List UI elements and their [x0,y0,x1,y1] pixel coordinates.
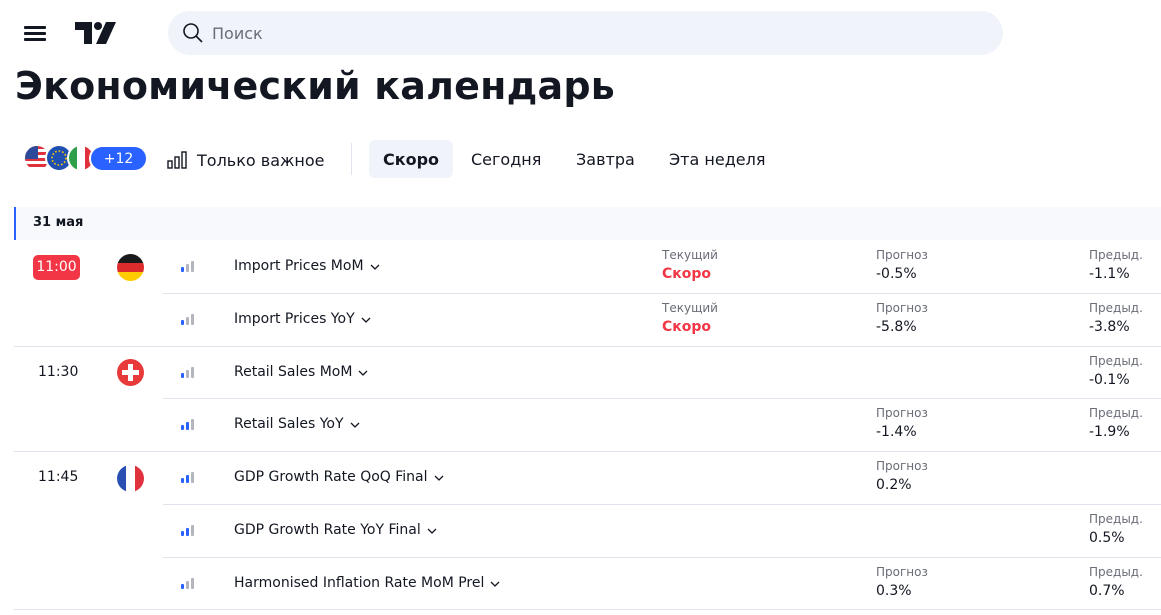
chevron-down-icon [358,364,368,380]
date-label: 31 мая [33,215,84,230]
forecast-label: Прогноз [876,301,928,316]
table-row[interactable]: 11:00 Import Prices MoM Текущий Скоро Прогно… [0,241,1161,294]
previous-label: Предыд. [1089,353,1143,368]
event-name-label: GDP Growth Rate YoY Final [234,521,421,538]
previous-value: -0.1% [1089,371,1130,388]
importance-icon [181,524,195,536]
event-time: 11:45 [38,469,79,486]
only-important-toggle[interactable]: Только важное [167,145,325,175]
table-row[interactable]: GDP Growth Rate YoY Final Предыд. 0.5% [0,505,1161,558]
tab-tomorrow[interactable]: Завтра [562,140,649,178]
event-time-badge: 11:00 [33,254,80,280]
chevron-down-icon [434,469,444,485]
row-divider [14,609,1161,611]
current-label: Текущий [662,248,718,263]
search-bar[interactable] [168,11,1003,55]
forecast-value: -1.4% [876,424,917,441]
flag-de-icon [117,253,144,281]
previous-value: -1.9% [1089,424,1130,441]
event-name[interactable]: GDP Growth Rate QoQ Final [234,469,444,485]
importance-icon [181,366,195,378]
bar-chart-icon [167,151,187,169]
forecast-value: -0.5% [876,266,917,283]
page-title: Экономический календарь [15,64,615,108]
date-header: 31 мая [14,207,1161,240]
importance-icon [181,472,195,484]
event-name[interactable]: Import Prices MoM [234,258,380,274]
event-name[interactable]: GDP Growth Rate YoY Final [234,522,437,538]
event-name[interactable]: Import Prices YoY [234,311,371,327]
event-name[interactable]: Harmonised Inflation Rate MoM Prel [234,575,500,591]
filter-divider [351,143,352,175]
tab-soon[interactable]: Скоро [369,140,454,178]
chevron-down-icon [370,258,380,274]
event-name-label: Retail Sales YoY [234,416,344,433]
previous-value: 0.5% [1089,529,1125,546]
chevron-down-icon [427,522,437,538]
table-row[interactable]: Import Prices YoY Текущий Скоро Прогноз -5.8… [0,294,1161,347]
forecast-value: 0.2% [876,477,912,494]
previous-label: Предыд. [1089,406,1143,421]
country-filter-button[interactable]: +12 [23,144,148,174]
event-time: 11:30 [38,363,79,380]
menu-icon[interactable] [24,24,48,42]
event-name-label: GDP Growth Rate QoQ Final [234,469,428,486]
forecast-label: Прогноз [876,459,928,474]
chevron-down-icon [490,575,500,591]
tab-this-week[interactable]: Эта неделя [655,140,779,178]
tradingview-logo[interactable] [75,22,117,44]
current-value: Скоро [662,266,712,283]
previous-label: Предыд. [1089,511,1143,526]
forecast-value: 0.3% [876,582,912,599]
importance-icon [181,419,195,431]
forecast-label: Прогноз [876,564,928,579]
event-name-label: Import Prices MoM [234,258,364,275]
chevron-down-icon [361,311,371,327]
event-name-label: Harmonised Inflation Rate MoM Prel [234,574,485,591]
forecast-label: Прогноз [876,248,928,263]
table-row[interactable]: Harmonised Inflation Rate MoM Prel Прогно… [0,557,1161,611]
event-name[interactable]: Retail Sales MoM [234,364,368,380]
event-name[interactable]: Retail Sales YoY [234,416,360,432]
table-row[interactable]: Retail Sales YoY Прогноз -1.4% Предыд. -1.9% [0,399,1161,453]
chevron-down-icon [350,416,360,432]
table-row[interactable]: 11:30 Retail Sales MoM Предыд. -0.1% [0,346,1161,400]
more-countries-badge: +12 [89,145,148,172]
forecast-value: -5.8% [876,319,917,336]
previous-value: -1.1% [1089,266,1130,283]
event-name-label: Retail Sales MoM [234,363,353,380]
search-input[interactable] [212,23,912,43]
previous-value: -3.8% [1089,319,1130,336]
importance-icon [181,577,195,589]
table-row[interactable]: 11:45 GDP Growth Rate QoQ Final Прогноз 0.2… [0,452,1161,505]
flag-ch-icon [117,359,144,387]
previous-value: 0.7% [1089,582,1125,599]
current-label: Текущий [662,301,718,316]
forecast-label: Прогноз [876,406,928,421]
event-name-label: Import Prices YoY [234,311,355,328]
importance-icon [181,314,195,326]
previous-label: Предыд. [1089,564,1143,579]
previous-label: Предыд. [1089,301,1143,316]
flag-fr-icon [117,464,144,492]
previous-label: Предыд. [1089,248,1143,263]
only-important-label: Только важное [197,150,325,170]
tab-today[interactable]: Сегодня [457,140,555,178]
search-icon [180,20,206,46]
current-value: Скоро [662,319,712,336]
importance-icon [181,261,195,273]
